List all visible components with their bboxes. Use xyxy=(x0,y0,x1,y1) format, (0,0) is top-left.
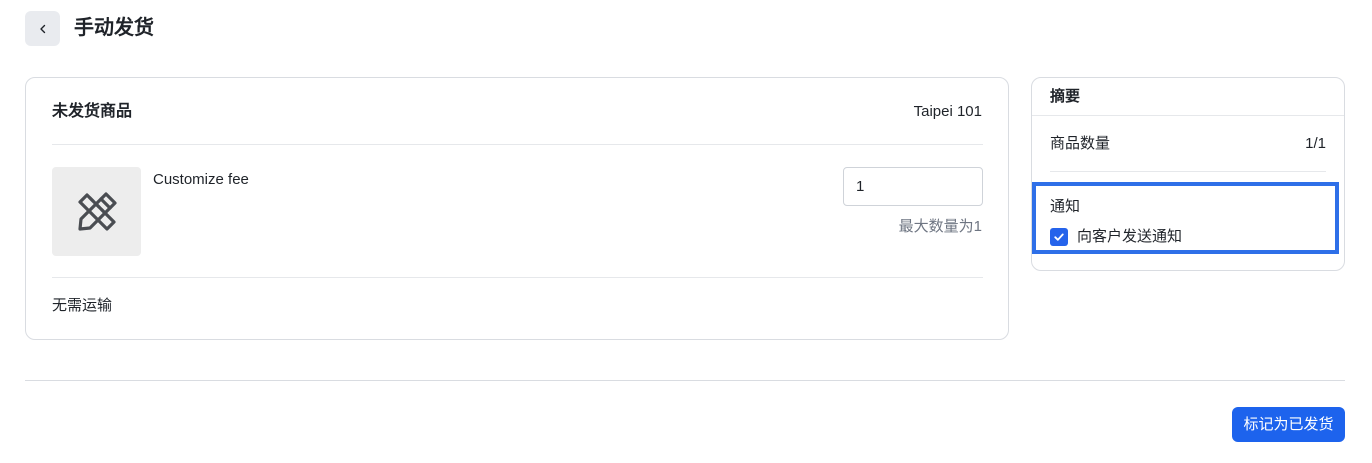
manual-fulfillment-page: 手动发货 未发货商品 Taipei 101 Customize fee 最大数 xyxy=(0,0,1372,463)
chevron-left-icon xyxy=(39,24,45,33)
item-count-label: 商品数量 xyxy=(1050,135,1111,152)
max-quantity-hint: 最大数量为1 xyxy=(898,218,982,235)
notification-title: 通知 xyxy=(1050,198,1081,215)
divider xyxy=(1050,171,1326,172)
mark-as-fulfilled-button[interactable]: 标记为已发货 xyxy=(1232,407,1345,442)
summary-card: 摘要 商品数量 1/1 通知 向客户发送通知 xyxy=(1031,77,1345,271)
item-count-value: 1/1 xyxy=(1305,135,1326,152)
back-button[interactable] xyxy=(25,11,60,46)
fulfillment-location: Taipei 101 xyxy=(913,103,982,120)
divider xyxy=(52,277,983,278)
item-name: Customize fee xyxy=(153,171,249,188)
product-thumbnail xyxy=(52,167,141,256)
divider xyxy=(1032,115,1344,116)
unfulfilled-items-card: 未发货商品 Taipei 101 Customize fee 最大数量为1 xyxy=(25,77,1009,340)
send-notification-checkbox[interactable] xyxy=(1050,228,1068,246)
page-title: 手动发货 xyxy=(74,17,154,39)
footer-divider xyxy=(25,380,1345,381)
shipping-note: 无需运输 xyxy=(52,297,113,314)
quantity-input[interactable] xyxy=(843,167,983,206)
section-title: 未发货商品 xyxy=(52,103,133,120)
pencil-ruler-icon xyxy=(77,191,117,231)
send-notification-checkbox-row[interactable]: 向客户发送通知 xyxy=(1050,227,1182,247)
send-notification-label: 向客户发送通知 xyxy=(1077,228,1183,245)
notification-section: 通知 向客户发送通知 xyxy=(1032,182,1339,254)
summary-title: 摘要 xyxy=(1050,88,1081,105)
checkmark-icon xyxy=(1054,233,1064,241)
divider xyxy=(52,144,983,145)
